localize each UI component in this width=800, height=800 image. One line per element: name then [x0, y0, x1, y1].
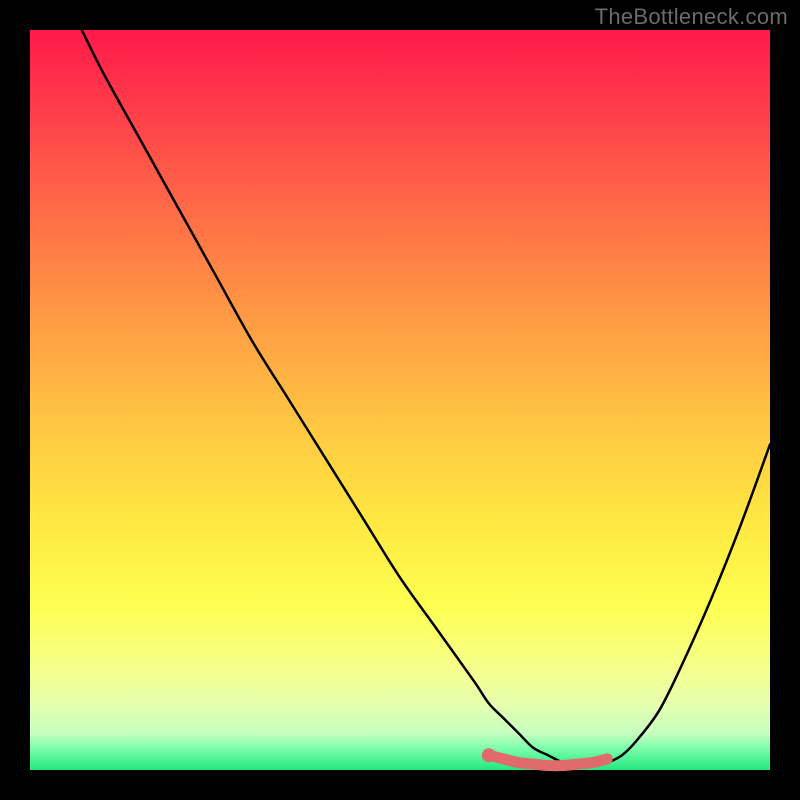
- plot-area: [30, 30, 770, 770]
- bottleneck-curve: [82, 30, 770, 767]
- curve-layer: [30, 30, 770, 770]
- watermark-text: TheBottleneck.com: [595, 4, 788, 30]
- chart-frame: TheBottleneck.com: [0, 0, 800, 800]
- highlight-path: [489, 755, 607, 766]
- optimal-range-highlight: [482, 748, 607, 766]
- highlight-start-dot: [482, 748, 496, 762]
- curve-path: [82, 30, 770, 767]
